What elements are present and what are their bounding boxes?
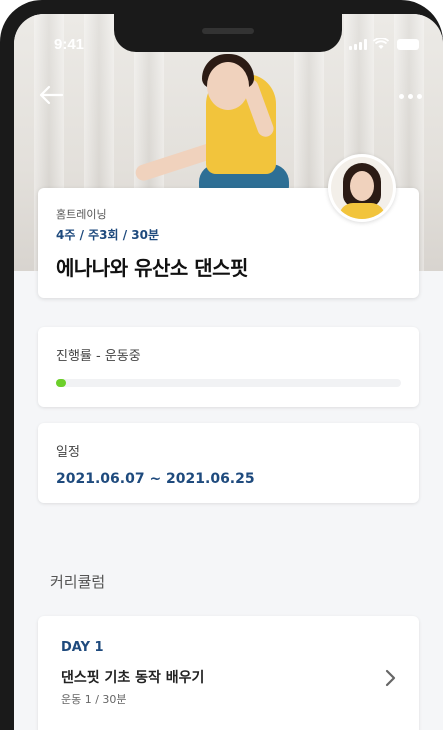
more-horizontal-icon	[398, 93, 404, 99]
notch	[114, 14, 342, 52]
program-schedule-summary: 4주 / 주3회 / 30분	[56, 228, 160, 242]
phone-frame: 9:41 홈트레이닝 4주 / 주3회 / 30분 에나나와 유산소 댄스핏 진…	[0, 0, 443, 730]
progress-bar	[56, 379, 401, 387]
progress-label: 진행률 - 운동중	[56, 349, 141, 364]
status-icons	[349, 38, 419, 50]
schedule-label: 일정	[56, 445, 80, 460]
curriculum-day-card[interactable]: DAY 1 댄스핏 기초 동작 배우기 운동 1 / 30분	[38, 616, 419, 730]
battery-icon	[397, 39, 419, 50]
instructor-avatar[interactable]	[328, 154, 396, 222]
day-label: DAY 1	[61, 640, 104, 655]
program-title: 에나나와 유산소 댄스핏	[56, 256, 248, 280]
schedule-range: 2021.06.07 ~ 2021.06.25	[56, 471, 255, 487]
schedule-card: 일정 2021.06.07 ~ 2021.06.25	[38, 423, 419, 503]
program-category: 홈트레이닝	[56, 208, 107, 221]
back-button[interactable]	[36, 80, 66, 110]
progress-fill	[56, 379, 67, 387]
more-button[interactable]	[395, 86, 425, 106]
progress-card: 진행률 - 운동중	[38, 327, 419, 407]
status-bar: 9:41	[14, 14, 443, 58]
curriculum-title: 커리큘럼	[50, 573, 106, 591]
screen: 9:41 홈트레이닝 4주 / 주3회 / 30분 에나나와 유산소 댄스핏 진…	[14, 14, 443, 730]
lesson-title: 댄스핏 기초 동작 배우기	[61, 670, 205, 686]
signal-icon	[349, 39, 367, 50]
status-time: 9:41	[54, 36, 85, 53]
lesson-meta: 운동 1 / 30분	[61, 693, 127, 706]
arrow-left-icon	[39, 85, 64, 105]
chevron-right-icon[interactable]	[382, 668, 398, 688]
wifi-icon	[373, 38, 389, 49]
